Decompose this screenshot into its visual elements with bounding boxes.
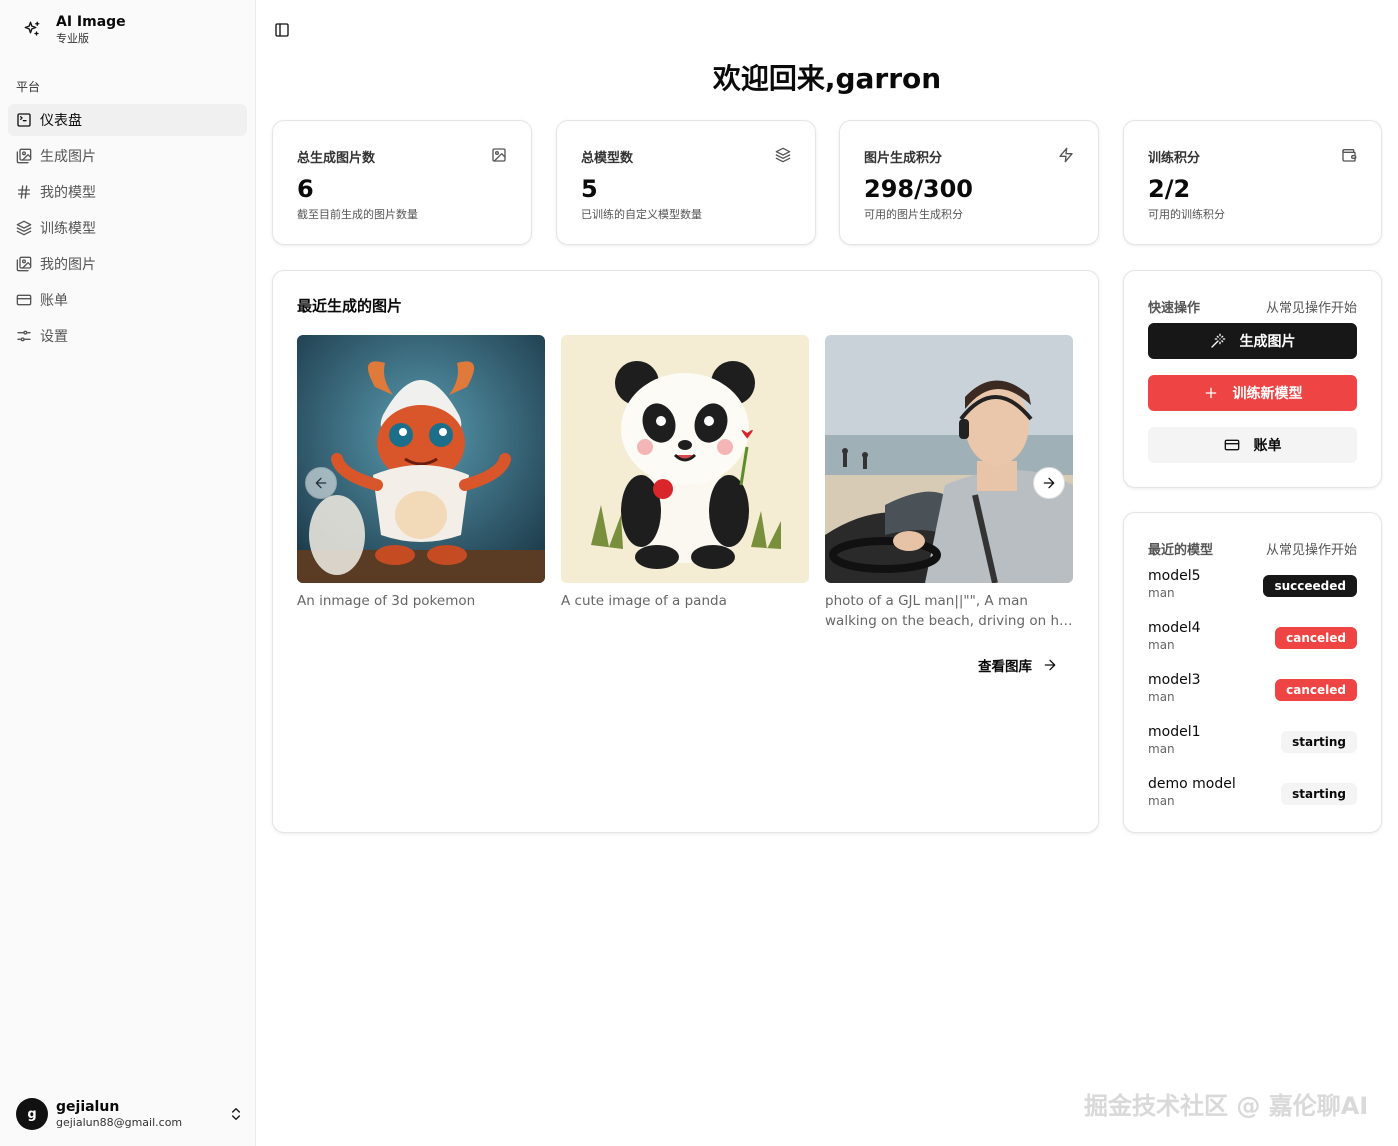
stat-value: 298/300 — [864, 175, 973, 203]
chevrons-up-down-icon — [232, 1108, 240, 1120]
section-title: 最近生成的图片 — [297, 297, 403, 315]
sidebar: AI Image 专业版 平台 仪表盘 生成图片 我的模型 训练模型 我的图片 … — [0, 0, 256, 1146]
sidebar-nav: 仪表盘 生成图片 我的模型 训练模型 我的图片 账单 设置 — [8, 104, 247, 356]
generated-image[interactable] — [297, 335, 545, 583]
wand-icon — [1210, 333, 1225, 348]
status-badge: starting — [1281, 731, 1357, 753]
sidebar-toggle-icon[interactable] — [274, 22, 290, 38]
stat-card-training-credits: 训练积分 2/2 可用的训练积分 — [1123, 120, 1382, 245]
sidebar-item-generate[interactable]: 生成图片 — [8, 140, 247, 172]
generate-image-button[interactable]: 生成图片 — [1148, 323, 1357, 359]
stat-card-image-credits: 图片生成积分 298/300 可用的图片生成积分 — [839, 120, 1099, 245]
man-driving-image — [825, 335, 1073, 583]
sidebar-item-my-images[interactable]: 我的图片 — [8, 248, 247, 280]
view-gallery-label: 查看图库 — [978, 659, 1032, 675]
train-model-button[interactable]: 训练新模型 — [1148, 375, 1357, 411]
sidebar-item-label: 我的图片 — [40, 257, 96, 273]
billing-button[interactable]: 账单 — [1148, 427, 1357, 463]
panel-title: 快速操作 — [1148, 301, 1201, 316]
stat-value: 2/2 — [1148, 175, 1191, 203]
sidebar-item-label: 生成图片 — [40, 149, 96, 165]
status-badge: canceled — [1275, 627, 1357, 649]
generated-image[interactable] — [561, 335, 809, 583]
image-caption: photo of a GJL man||"", A man walking on… — [825, 593, 1070, 629]
sidebar-item-label: 我的模型 — [40, 185, 96, 201]
stat-description: 可用的训练积分 — [1148, 208, 1225, 221]
sidebar-item-label: 仪表盘 — [40, 113, 82, 129]
sidebar-item-label: 训练模型 — [40, 221, 96, 237]
stat-description: 已训练的自定义模型数量 — [581, 208, 702, 221]
images-icon — [16, 148, 32, 164]
user-menu[interactable]: g gejialun gejialun88@gmail.com — [16, 1096, 244, 1132]
layers-icon — [16, 220, 32, 236]
credit-card-icon — [1224, 439, 1239, 451]
model-row[interactable]: model3 man canceled — [1148, 671, 1357, 711]
view-gallery-link[interactable]: 查看图库 — [978, 655, 1058, 675]
panel-subtitle: 从常见操作开始 — [1265, 543, 1357, 558]
panel-subtitle: 从常见操作开始 — [1265, 301, 1357, 316]
image-icon — [492, 148, 506, 162]
arrow-right-icon — [1044, 659, 1056, 671]
sidebar-item-label: 账单 — [40, 293, 68, 309]
stat-card-total-models: 总模型数 5 已训练的自定义模型数量 — [556, 120, 816, 245]
arrow-left-icon — [315, 477, 327, 489]
stat-title: 图片生成积分 — [864, 151, 943, 166]
avatar: g — [16, 1098, 48, 1130]
stat-title: 总生成图片数 — [297, 151, 376, 166]
sidebar-item-settings[interactable]: 设置 — [8, 320, 247, 352]
user-name: gejialun — [56, 1099, 120, 1115]
wallet-icon — [1342, 149, 1357, 162]
stat-description: 截至目前生成的图片数量 — [297, 208, 418, 221]
model-row[interactable]: model1 man starting — [1148, 723, 1357, 763]
hash-icon — [18, 185, 30, 199]
user-email: gejialun88@gmail.com — [56, 1116, 183, 1129]
panda-image — [561, 335, 809, 583]
brand-name: AI Image — [56, 14, 126, 30]
model-row[interactable]: demo model man starting — [1148, 775, 1357, 815]
status-badge: canceled — [1275, 679, 1357, 701]
carousel-prev-button[interactable] — [305, 467, 337, 499]
sidebar-item-label: 设置 — [40, 329, 68, 345]
panel-title: 最近的模型 — [1148, 543, 1214, 558]
image-caption: A cute image of a panda — [561, 593, 727, 609]
plus-icon — [1205, 387, 1216, 399]
terminal-square-icon — [17, 113, 31, 127]
brand-edition: 专业版 — [56, 32, 89, 45]
model-row[interactable]: model4 man canceled — [1148, 619, 1357, 659]
status-badge: starting — [1281, 783, 1357, 805]
stat-description: 可用的图片生成积分 — [864, 208, 963, 221]
status-badge: succeeded — [1263, 575, 1357, 597]
stat-title: 训练积分 — [1148, 151, 1201, 166]
button-label: 训练新模型 — [1232, 386, 1303, 402]
sidebar-item-my-models[interactable]: 我的模型 — [8, 176, 247, 208]
recent-models-card: 最近的模型 从常见操作开始 model5 man succeeded model… — [1123, 512, 1382, 833]
recent-images-card: 最近生成的图片 An inmage of 3d pokemon A cute i… — [272, 270, 1099, 833]
quick-actions-card: 快速操作 从常见操作开始 生成图片 训练新模型 账单 — [1123, 270, 1382, 488]
stat-value: 5 — [581, 175, 598, 203]
stat-title: 总模型数 — [581, 151, 634, 166]
watermark: 掘金技术社区 @ 嘉伦聊AI — [1084, 1092, 1369, 1120]
creature-image — [297, 335, 545, 583]
brand[interactable]: AI Image 专业版 — [16, 12, 126, 46]
button-label: 生成图片 — [1239, 334, 1296, 350]
sparkles-icon — [16, 13, 48, 45]
zap-icon — [1059, 147, 1073, 163]
sliders-icon — [17, 330, 31, 342]
carousel-next-button[interactable] — [1033, 467, 1065, 499]
stat-card-total-images: 总生成图片数 6 截至目前生成的图片数量 — [272, 120, 532, 245]
nav-group-label: 平台 — [16, 80, 41, 94]
arrow-right-icon — [1043, 477, 1055, 489]
images-icon — [16, 256, 32, 272]
button-label: 账单 — [1253, 438, 1282, 454]
sidebar-item-train[interactable]: 训练模型 — [8, 212, 247, 244]
model-row[interactable]: model5 man succeeded — [1148, 567, 1357, 607]
page-title: 欢迎回来,garron — [712, 62, 942, 95]
stat-value: 6 — [297, 175, 314, 203]
generated-image[interactable] — [825, 335, 1073, 583]
credit-card-icon — [16, 294, 32, 306]
image-caption: An inmage of 3d pokemon — [297, 593, 476, 609]
sidebar-item-dashboard[interactable]: 仪表盘 — [8, 104, 247, 136]
layers-icon — [775, 147, 791, 163]
sidebar-item-billing[interactable]: 账单 — [8, 284, 247, 316]
